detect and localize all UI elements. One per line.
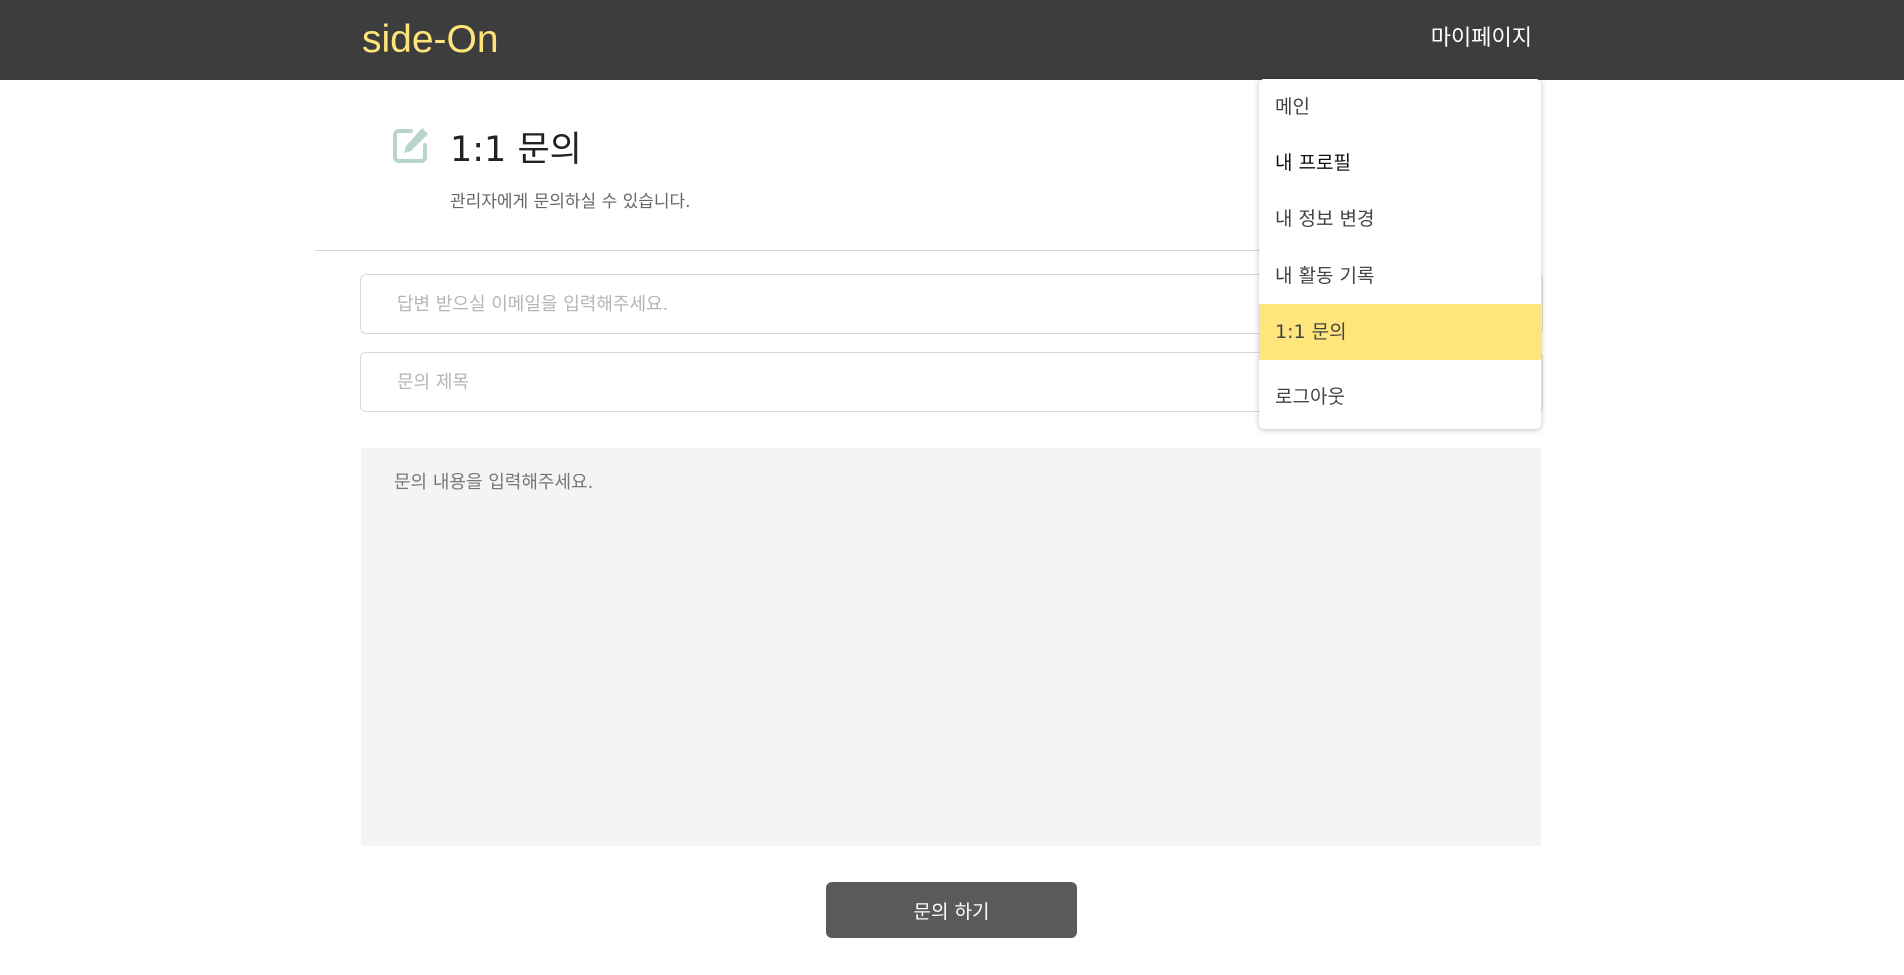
edit-icon <box>393 128 428 163</box>
top-navigation-bar: side-On 마이페이지 <box>0 0 1904 80</box>
inquiry-content-textarea[interactable] <box>361 448 1541 846</box>
menu-item-inquiry[interactable]: 1:1 문의 <box>1259 304 1541 360</box>
site-logo[interactable]: side-On <box>362 16 499 64</box>
menu-item-my-profile[interactable]: 내 프로필 <box>1259 135 1541 191</box>
menu-item-activity-log[interactable]: 내 활동 기록 <box>1259 248 1541 304</box>
menu-item-logout[interactable]: 로그아웃 <box>1259 369 1541 425</box>
menu-item-main[interactable]: 메인 <box>1259 79 1541 135</box>
submit-inquiry-button[interactable]: 문의 하기 <box>826 882 1077 938</box>
menu-item-edit-info[interactable]: 내 정보 변경 <box>1259 191 1541 247</box>
page-subtitle: 관리자에게 문의하실 수 있습니다. <box>450 192 691 212</box>
page-title: 1:1 문의 <box>450 130 582 170</box>
mypage-dropdown-menu: 메인 내 프로필 내 정보 변경 내 활동 기록 1:1 문의 로그아웃 <box>1259 79 1541 429</box>
mypage-menu-button[interactable]: 마이페이지 <box>1431 22 1532 56</box>
